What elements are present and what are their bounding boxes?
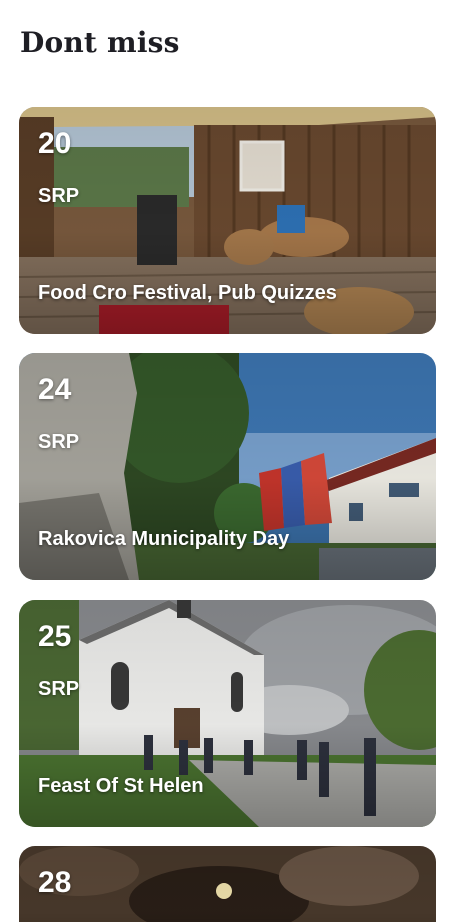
event-month: SRP	[38, 431, 80, 453]
section-title: Dont miss	[20, 26, 180, 59]
event-card[interactable]: 28	[19, 846, 436, 922]
event-name: Rakovica Municipality Day	[38, 528, 290, 550]
event-day: 24	[38, 373, 72, 406]
event-name: Food Cro Festival, Pub Quizzes	[38, 282, 337, 304]
event-month: SRP	[38, 678, 80, 700]
event-month: SRP	[38, 185, 80, 207]
event-card[interactable]: 24 SRP Rakovica Municipality Day	[19, 353, 436, 580]
event-day: 25	[38, 620, 72, 653]
event-name: Feast Of St Helen	[38, 775, 204, 797]
event-card[interactable]: 25 SRP Feast Of St Helen	[19, 600, 436, 827]
event-card[interactable]: 20 SRP Food Cro Festival, Pub Quizzes	[19, 107, 436, 334]
event-day: 28	[38, 866, 72, 899]
event-day: 20	[38, 127, 72, 160]
